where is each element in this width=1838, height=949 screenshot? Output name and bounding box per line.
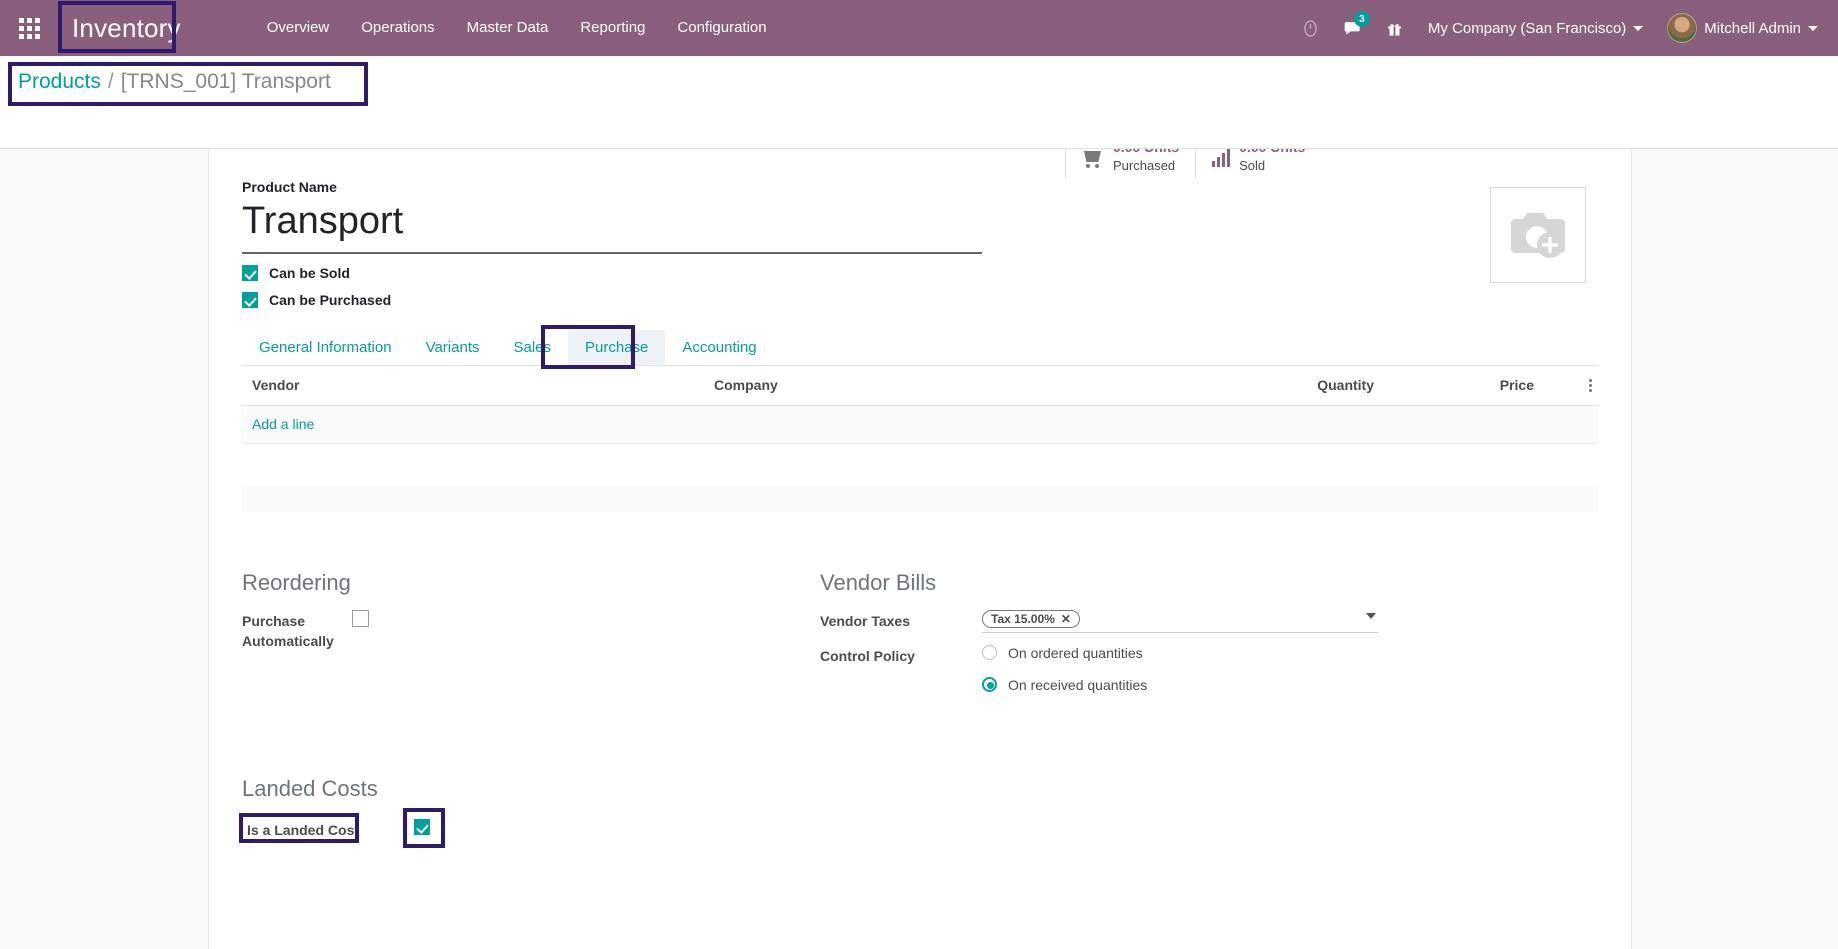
menu-item-operations[interactable]: Operations <box>345 0 450 56</box>
company-label: My Company (San Francisco) <box>1427 19 1627 37</box>
tab-accounting[interactable]: Accounting <box>665 330 773 365</box>
is-a-landed-cost-row: Is a Landed Cost <box>239 807 1598 848</box>
table-empty-space <box>242 443 1598 486</box>
radio-on-ordered-quantities[interactable] <box>982 645 997 661</box>
clock-icon <box>1304 19 1318 37</box>
can-be-purchased-label: Can be Purchased <box>269 291 392 308</box>
tab-sales[interactable]: Sales <box>497 330 569 365</box>
group-landed-costs: Landed Costs Is a Landed Cost <box>239 775 1598 848</box>
control-policy-option-ordered[interactable]: On ordered quantities <box>982 645 1398 661</box>
control-policy-row: Control Policy On ordered quantities On … <box>820 645 1398 709</box>
menu-item-reporting[interactable]: Reporting <box>564 0 661 56</box>
gift-icon <box>1388 23 1402 36</box>
group-vendor-bills: Vendor Bills Vendor Taxes Tax 15.00% ✕ C… <box>820 570 1398 720</box>
product-name-label: Product Name <box>242 179 337 195</box>
avatar <box>1667 13 1698 43</box>
is-a-landed-cost-checkbox[interactable] <box>414 818 430 835</box>
stat-button-row: 0.00 Units Purchased 0.00 Units Sold <box>1065 149 1321 179</box>
purchase-automatically-checkbox[interactable] <box>352 609 369 627</box>
column-header-company: Company <box>714 377 778 394</box>
activities-button[interactable] <box>1290 0 1332 56</box>
stat-purchased-label: Purchased <box>1113 158 1176 173</box>
menu-item-master-data[interactable]: Master Data <box>451 0 565 56</box>
app-name-menu[interactable]: Inventory <box>58 0 195 56</box>
product-header: Product Name Transport Can be Sold Can b… <box>242 179 1598 308</box>
stat-button-sold[interactable]: 0.00 Units Sold <box>1195 149 1321 179</box>
add-a-line-link[interactable]: Add a line <box>252 416 314 432</box>
tab-general-information[interactable]: General Information <box>242 330 409 365</box>
breadcrumb: Products / [TRNS_001] Transport <box>8 62 368 106</box>
column-header-price: Price <box>1499 377 1534 394</box>
product-name-input[interactable]: Transport <box>242 200 982 254</box>
main-menu: Overview Operations Master Data Reportin… <box>251 0 783 56</box>
radio-on-ordered-quantities-label: On ordered quantities <box>1008 644 1143 661</box>
group-reordering: Reordering Purchase Automatically <box>242 570 820 720</box>
stat-sold-value: 0.00 Units <box>1239 149 1305 155</box>
control-policy-label: Control Policy <box>820 647 915 664</box>
breadcrumb-current-record: [TRNS_001] Transport <box>120 70 331 93</box>
caret-down-icon[interactable] <box>1366 612 1376 619</box>
radio-on-received-quantities[interactable] <box>982 677 997 693</box>
tab-variants[interactable]: Variants <box>409 330 497 365</box>
apps-grid-icon <box>18 17 40 39</box>
vendor-tax-tag-label: Tax 15.00% <box>991 611 1055 626</box>
camera-add-icon <box>1511 213 1565 258</box>
column-header-vendor: Vendor <box>252 377 300 394</box>
breadcrumb-products-link[interactable]: Products <box>18 70 101 94</box>
messages-count-badge: 3 <box>1353 11 1370 27</box>
tab-purchase[interactable]: Purchase <box>568 329 666 365</box>
vendor-tax-tag[interactable]: Tax 15.00% ✕ <box>982 609 1080 628</box>
add-a-line-row[interactable]: Add a line <box>242 405 1598 444</box>
can-be-sold-row: Can be Sold <box>242 264 1002 281</box>
company-switcher[interactable]: My Company (San Francisco) <box>1416 20 1655 37</box>
menu-item-overview[interactable]: Overview <box>251 0 346 56</box>
radio-on-received-quantities-label: On received quantities <box>1008 676 1148 693</box>
can-be-purchased-checkbox[interactable] <box>242 291 258 308</box>
apps-menu-button[interactable] <box>0 0 58 56</box>
can-be-sold-label: Can be Sold <box>269 264 350 281</box>
can-be-purchased-row: Can be Purchased <box>242 291 1002 308</box>
chevron-down-icon <box>1808 25 1818 31</box>
remove-tag-icon[interactable]: ✕ <box>1061 612 1071 626</box>
user-name-label: Mitchell Admin <box>1704 19 1801 37</box>
messages-button[interactable]: 3 <box>1332 0 1374 56</box>
settings-groups: Reordering Purchase Automatically Vendor… <box>242 570 1598 720</box>
form-body: Product Name Transport Can be Sold Can b… <box>208 179 1632 854</box>
navbar-right-tools: 3 My Company (San Francisco) Mitchell Ad… <box>1290 0 1838 56</box>
landed-costs-title: Landed Costs <box>242 775 378 801</box>
vendor-taxes-row: Vendor Taxes Tax 15.00% ✕ <box>820 609 1398 633</box>
bar-chart-icon <box>1212 149 1231 167</box>
reordering-title: Reordering <box>242 569 351 595</box>
vendor-bills-title: Vendor Bills <box>820 569 937 595</box>
stat-button-purchased[interactable]: 0.00 Units Purchased <box>1065 149 1195 179</box>
purchase-automatically-row: Purchase Automatically <box>242 609 820 652</box>
user-menu[interactable]: Mitchell Admin <box>1655 13 1822 43</box>
table-empty-space-2 <box>242 485 1598 512</box>
menu-item-configuration[interactable]: Configuration <box>661 0 782 56</box>
notebook-tabs: General Information Variants Sales Purch… <box>242 324 1598 369</box>
product-image-upload[interactable] <box>1490 187 1586 283</box>
app-name-label: Inventory <box>72 12 181 43</box>
table-header-row: Vendor Company Quantity Price <box>242 366 1598 406</box>
column-header-quantity: Quantity <box>1317 377 1374 394</box>
purchase-automatically-label: Purchase Automatically <box>242 612 334 649</box>
stat-sold-label: Sold <box>1239 158 1266 173</box>
vendor-taxes-label: Vendor Taxes <box>820 612 911 629</box>
shopping-cart-icon <box>1082 149 1104 168</box>
breadcrumb-separator: / <box>107 70 114 93</box>
vendor-taxes-field[interactable]: Tax 15.00% ✕ <box>982 609 1378 633</box>
gift-button[interactable] <box>1374 0 1416 56</box>
is-a-landed-cost-label: Is a Landed Cost <box>247 821 360 838</box>
control-policy-option-received[interactable]: On received quantities <box>982 677 1398 693</box>
can-be-sold-checkbox[interactable] <box>242 264 258 281</box>
top-navbar: Inventory Overview Operations Master Dat… <box>0 0 1838 56</box>
vertical-dots-icon[interactable] <box>1589 378 1592 392</box>
vendor-pricelist-table: Vendor Company Quantity Price Add a line <box>242 366 1598 512</box>
control-panel: Products / [TRNS_001] Transport SAVE DIS… <box>0 56 1838 209</box>
stat-purchased-value: 0.00 Units <box>1113 149 1179 155</box>
content-area: 0.00 Units Purchased 0.00 Units Sold Pro… <box>0 149 1838 949</box>
chevron-down-icon <box>1633 25 1644 31</box>
